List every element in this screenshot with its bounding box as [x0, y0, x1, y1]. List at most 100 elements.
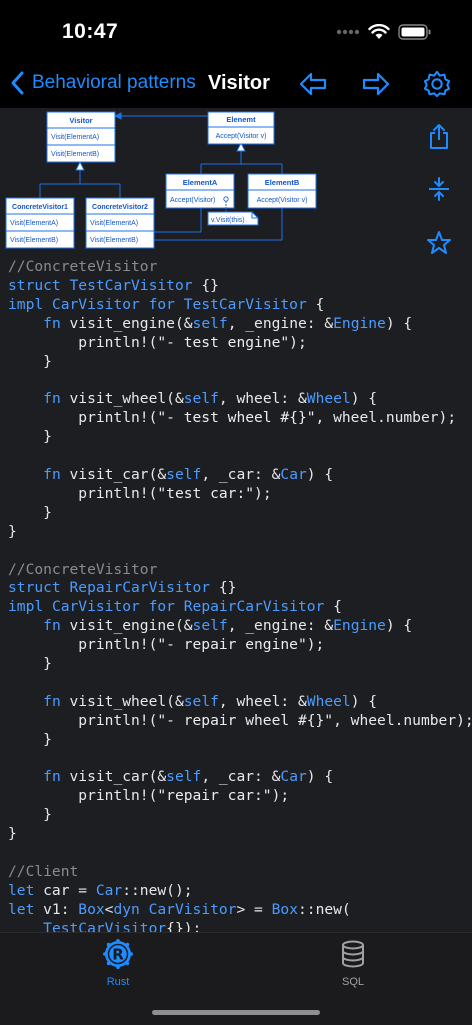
signal-dots-icon	[336, 29, 360, 35]
code-token: visit_engine(&	[60, 617, 193, 635]
code-token: , _car: &	[201, 768, 281, 786]
code-token: car =	[34, 881, 96, 899]
code-token: TestCarVisitor	[43, 919, 167, 932]
collapse-icon[interactable]	[424, 174, 454, 204]
code-token: {}	[210, 579, 237, 597]
star-icon[interactable]	[424, 228, 454, 258]
code-token: }	[8, 825, 17, 843]
code-token: let	[8, 881, 35, 899]
code-token: , wheel.number);	[315, 409, 457, 427]
code-token: Box	[78, 900, 105, 918]
svg-text:R: R	[112, 946, 124, 964]
status-time: 10:47	[62, 20, 119, 43]
svg-text:Visit(ElementB): Visit(ElementB)	[51, 151, 99, 158]
svg-text:v.Visit(this): v.Visit(this)	[211, 217, 245, 224]
back-button[interactable]: Behavioral patterns	[10, 70, 196, 96]
code-token: CarVisitor	[51, 598, 140, 616]
code-line: TestCarVisitor{});	[8, 920, 201, 932]
code-token: "- repair wheel #{}"	[157, 711, 334, 729]
code-token: Wheel	[306, 692, 351, 710]
code-line: impl CarVisitor for TestCarVisitor {	[8, 296, 324, 313]
code-token: , wheel: &	[218, 692, 307, 710]
arrow-right-icon[interactable]	[361, 70, 391, 98]
svg-text:Elenemt: Elenemt	[226, 115, 256, 124]
code-line: //Client	[8, 863, 78, 880]
svg-text:ElementA: ElementA	[183, 178, 218, 187]
code-line: }	[8, 504, 52, 521]
tab-rust[interactable]: R Rust	[78, 939, 158, 988]
code-token: }	[8, 730, 52, 748]
code-token: {});	[166, 919, 202, 932]
status-bar: 10:47	[0, 0, 472, 60]
svg-text:Visitor: Visitor	[69, 116, 92, 125]
code-line: println!("- test wheel #{}", wheel.numbe…	[8, 409, 456, 426]
code-token: for	[139, 295, 184, 313]
code-token: visit_wheel(&	[60, 390, 184, 408]
code-token: fn	[43, 617, 61, 635]
code-token: );	[306, 636, 325, 654]
page-title: Visitor	[208, 72, 270, 94]
code-token: println!(	[8, 333, 158, 351]
rust-logo-icon: R	[103, 939, 133, 969]
code-line: struct TestCarVisitor {}	[8, 277, 219, 294]
code-line: fn visit_car(&self, _car: &Car) {	[8, 768, 333, 785]
uml-diagram: Visitor Visit(ElementA) Visit(ElementB) …	[0, 108, 320, 258]
code-line: }	[8, 523, 17, 540]
code-token: Car	[280, 465, 307, 483]
code-token: "test car:"	[157, 484, 255, 502]
gear-icon[interactable]	[422, 70, 452, 98]
code-line: fn visit_engine(&self, _engine: &Engine)…	[8, 617, 412, 634]
tab-sql[interactable]: SQL	[313, 939, 393, 988]
back-label: Behavioral patterns	[32, 72, 196, 93]
code-token: v1:	[34, 900, 79, 918]
code-token: println!(	[8, 711, 158, 729]
code-content[interactable]: Visitor Visit(ElementA) Visit(ElementB) …	[0, 108, 472, 932]
code-token: self	[192, 314, 228, 332]
share-icon[interactable]	[424, 122, 454, 152]
code-line: //ConcreteVisitor	[8, 561, 157, 578]
code-token: }	[8, 806, 52, 824]
wifi-icon	[368, 24, 390, 39]
code-line: fn visit_wheel(&self, wheel: &Wheel) {	[8, 390, 377, 407]
code-token: self	[166, 465, 202, 483]
svg-text:Visit(ElementA): Visit(ElementA)	[90, 220, 138, 227]
code-token: );	[271, 787, 290, 805]
code-token: TestCarVisitor	[183, 295, 307, 313]
visitor-box: Visitor Visit(ElementA) Visit(ElementB)	[46, 111, 116, 163]
element-box: Elenemt Accept(Visitor v)	[207, 111, 275, 145]
svg-text:Accept(Visitor v): Accept(Visitor v)	[257, 197, 308, 204]
code-token: visit_car(&	[60, 768, 167, 786]
code-token: //ConcreteVisitor	[8, 258, 158, 275]
code-token: ) {	[385, 617, 413, 635]
svg-text:Visit(ElementB): Visit(ElementB)	[90, 237, 138, 244]
code-line: //ConcreteVisitor	[8, 258, 157, 275]
code-line: }	[8, 655, 52, 672]
code-token: "- test wheel #{}"	[157, 409, 316, 427]
home-indicator	[152, 1010, 320, 1015]
code-token: , _engine: &	[227, 314, 334, 332]
code-block: //ConcreteVisitor struct TestCarVisitor …	[8, 258, 472, 932]
code-token: struct	[8, 276, 70, 294]
code-token: impl	[8, 598, 52, 616]
code-line: println!("repair car:");	[8, 787, 289, 804]
code-token: impl	[8, 295, 52, 313]
code-token: ::new(	[298, 900, 351, 918]
navigation-bar: Behavioral patterns Visitor	[0, 60, 472, 108]
code-line: struct RepairCarVisitor {}	[8, 579, 236, 596]
code-token: , _engine: &	[227, 617, 334, 635]
code-token: visit_engine(&	[60, 314, 193, 332]
code-token: ) {	[306, 768, 334, 786]
code-token: //ConcreteVisitor	[8, 560, 158, 578]
code-line: fn visit_car(&self, _car: &Car) {	[8, 466, 333, 483]
code-token: struct	[8, 579, 70, 597]
code-token: "- repair engine"	[157, 636, 307, 654]
code-token: fn	[43, 390, 61, 408]
code-token: CarVisitor	[51, 295, 140, 313]
code-token: self	[183, 692, 219, 710]
svg-text:ConcreteVisitor2: ConcreteVisitor2	[92, 204, 148, 211]
arrow-left-icon[interactable]	[298, 70, 328, 98]
